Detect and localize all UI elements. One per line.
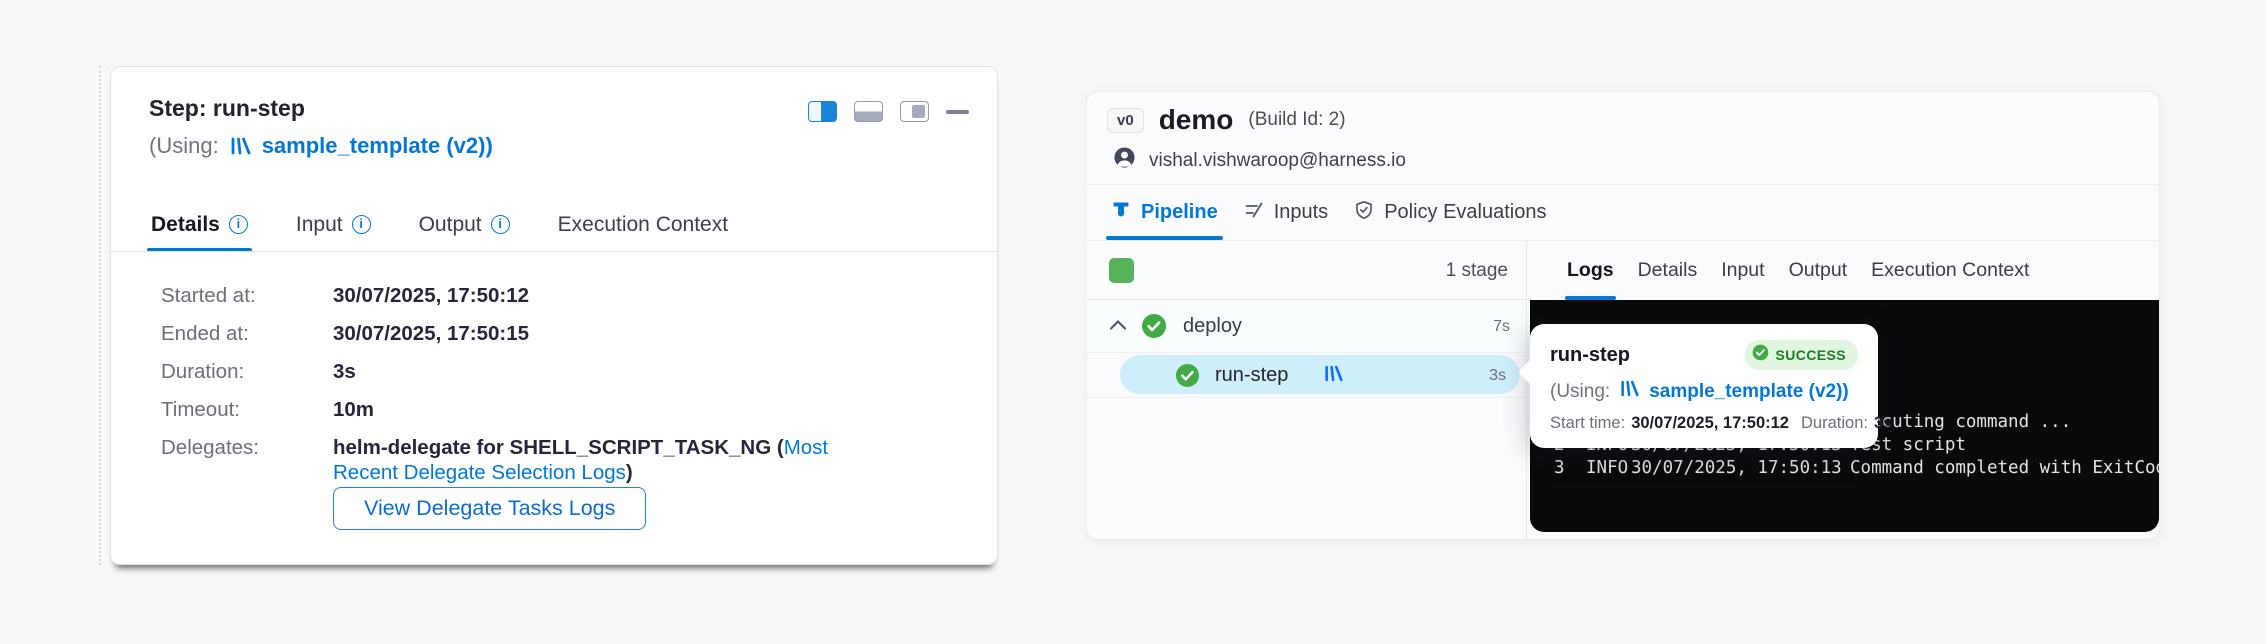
tab-output[interactable]: Output i <box>417 197 512 251</box>
floating-view-icon[interactable] <box>900 101 929 122</box>
log-line: 3 INFO 30/07/2025, 17:50:13 Command comp… <box>1554 458 2151 481</box>
step-name: run-step <box>1215 364 1288 387</box>
detail-row-delegates: Delegates: helm-delegate for SHELL_SCRIP… <box>161 435 951 485</box>
stage-status-square[interactable] <box>1109 258 1134 283</box>
view-delegate-tasks-logs-button[interactable]: View Delegate Tasks Logs <box>333 487 646 530</box>
tooltip-times-line: Start time: 30/07/2025, 17:50:12 Duratio… <box>1550 414 1858 433</box>
tab-log-details[interactable]: Details <box>1636 241 1700 300</box>
window-layout-controls <box>808 101 969 122</box>
info-icon[interactable]: i <box>229 215 248 234</box>
template-link[interactable]: sample_template (v2)) <box>262 133 493 159</box>
check-circle-icon <box>1752 344 1769 366</box>
info-icon[interactable]: i <box>491 215 510 234</box>
stage-count-label: 1 stage <box>1446 260 1508 282</box>
info-icon[interactable]: i <box>352 215 371 234</box>
step-row-run-step[interactable]: run-step 3s <box>1087 353 1526 398</box>
tabs-divider <box>111 251 997 252</box>
tooltip-using-line: (Using: sample_template (v2)) <box>1550 379 1858 404</box>
step-duration: 3s <box>1489 367 1506 385</box>
stage-duration: 7s <box>1493 318 1510 336</box>
detail-row-started-at: Started at: 30/07/2025, 17:50:12 <box>161 283 951 308</box>
execution-header: v0 demo (Build Id: 2) <box>1107 104 1346 136</box>
check-circle-icon <box>1175 363 1200 393</box>
detail-row-timeout: Timeout: 10m <box>161 397 951 422</box>
policy-evaluations-icon <box>1354 200 1374 226</box>
user-email: vishal.vishwaroop@harness.io <box>1149 150 1406 172</box>
tab-log-output[interactable]: Output <box>1787 241 1850 300</box>
screenshot-canvas: Step: run-step (Using: sample_template (… <box>0 0 2266 644</box>
tab-details[interactable]: Details i <box>149 197 250 251</box>
pane-resize-handle[interactable] <box>99 66 101 565</box>
tab-logs[interactable]: Logs <box>1565 241 1616 300</box>
stage-list-header: 1 stage <box>1087 241 1526 300</box>
stage-name: deploy <box>1183 315 1242 338</box>
minimize-icon[interactable] <box>946 110 969 114</box>
step-details-card: Step: run-step (Using: sample_template (… <box>110 66 998 565</box>
step-detail-rows: Started at: 30/07/2025, 17:50:12 Ended a… <box>161 283 951 498</box>
build-id-label: (Build Id: 2) <box>1248 109 1345 131</box>
tab-execution-context[interactable]: Execution Context <box>556 197 730 251</box>
step-title: Step: run-step <box>149 95 305 122</box>
template-icon <box>229 136 252 156</box>
template-link[interactable]: sample_template (v2)) <box>1649 381 1849 403</box>
chevron-up-icon[interactable] <box>1109 318 1127 336</box>
detail-row-duration: Duration: 3s <box>161 359 951 384</box>
detail-row-ended-at: Ended at: 30/07/2025, 17:50:15 <box>161 321 951 346</box>
execution-tabs: Pipeline Inputs Policy Evaluations <box>1111 185 1547 240</box>
stage-row-deploy[interactable]: deploy 7s <box>1087 300 1526 353</box>
tab-pipeline[interactable]: Pipeline <box>1111 185 1218 240</box>
tab-log-input[interactable]: Input <box>1719 241 1766 300</box>
step-detail-tabs: Details i Input i Output i Execution Con… <box>149 197 730 251</box>
tooltip-step-name: run-step <box>1550 344 1630 367</box>
delegates-value: helm-delegate for SHELL_SCRIPT_TASK_NG (… <box>333 435 873 485</box>
execution-panel: v0 demo (Build Id: 2) vishal.vishwaroop@… <box>1086 91 2160 540</box>
version-badge: v0 <box>1107 108 1144 133</box>
template-icon <box>1619 379 1640 404</box>
bottom-view-icon[interactable] <box>854 101 883 122</box>
tab-policy-evaluations[interactable]: Policy Evaluations <box>1354 185 1546 240</box>
check-circle-icon <box>1141 313 1167 344</box>
pipeline-icon <box>1111 200 1131 226</box>
pipeline-name: demo <box>1159 104 1234 136</box>
template-icon <box>1323 364 1344 388</box>
using-prefix-label: (Using: <box>149 133 219 159</box>
step-log-tabs: Logs Details Input Output Execution Cont… <box>1527 241 2159 300</box>
step-using-line: (Using: sample_template (v2)) <box>149 133 493 159</box>
step-status-tooltip: run-step SUCCESS (Using: sample_template… <box>1530 324 1878 448</box>
tab-input[interactable]: Input i <box>294 197 373 251</box>
triggered-by-row: vishal.vishwaroop@harness.io <box>1113 146 1406 175</box>
status-badge: SUCCESS <box>1745 340 1858 370</box>
tab-log-execution-context[interactable]: Execution Context <box>1869 241 2031 300</box>
user-avatar-icon <box>1113 146 1136 175</box>
split-view-icon[interactable] <box>808 101 837 122</box>
tab-inputs[interactable]: Inputs <box>1244 185 1328 240</box>
inputs-icon <box>1244 200 1264 226</box>
